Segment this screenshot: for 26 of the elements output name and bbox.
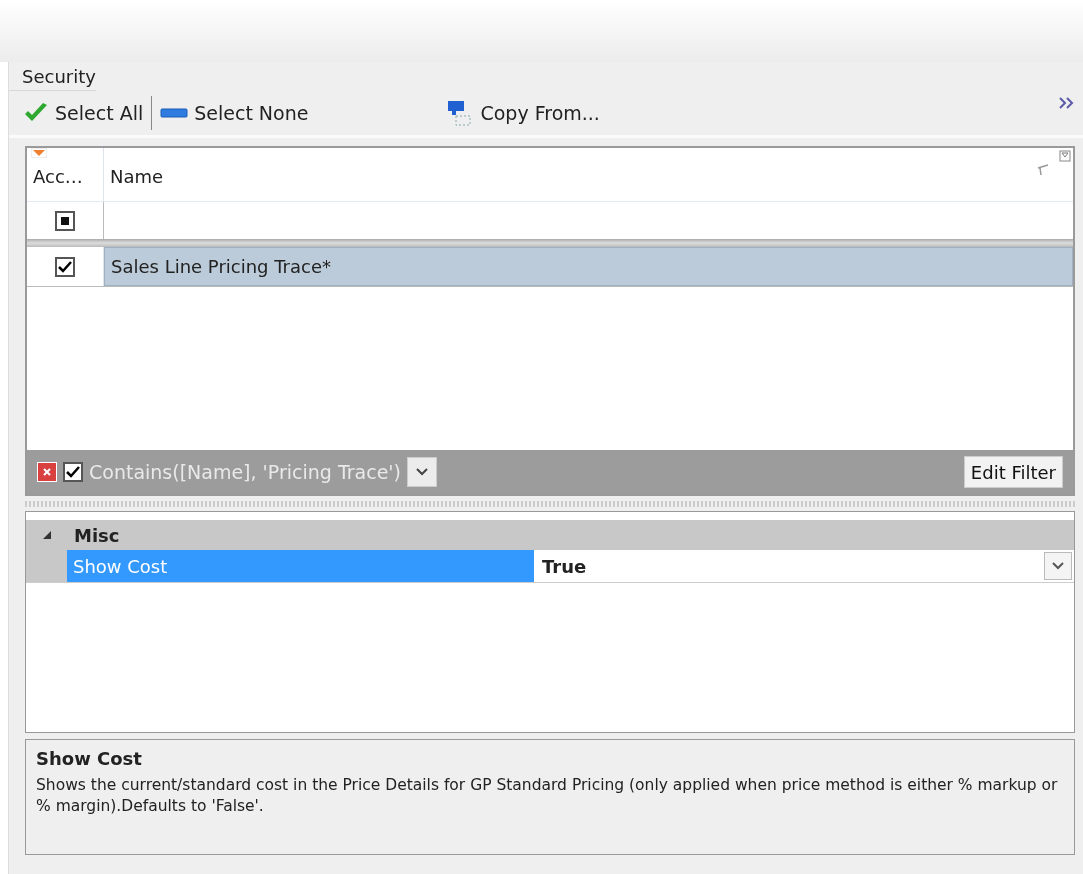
caret-icon (415, 468, 428, 476)
category-label: Misc (73, 524, 120, 546)
column-header[interactable]: Name (104, 148, 1073, 201)
description-title: Show Cost (36, 748, 143, 769)
edit-filter-button[interactable]: Edit Filter (963, 456, 1063, 488)
table-cell[interactable]: Sales Line Pricing Trace* (104, 247, 1073, 286)
description-text: Shows the current/standard cost in the Price Details for GP Standard Pricing (only applied when price method is either % markup or % margin).Defaults to 'False'. (36, 775, 1059, 817)
checkbox[interactable] (55, 256, 75, 277)
bar-icon (160, 107, 189, 119)
dropdown-button[interactable] (406, 457, 437, 487)
toolbar-button[interactable]: Select None (156, 95, 313, 131)
header-text: Name (110, 166, 164, 187)
toolbar-button[interactable]: Copy From... (442, 95, 604, 131)
chevron-icon[interactable] (1059, 97, 1075, 109)
property-value[interactable]: True (542, 555, 587, 577)
pin-icon (1037, 164, 1049, 176)
checkbox[interactable] (55, 210, 75, 231)
caret-icon (1052, 562, 1064, 570)
header-text: Acc… (33, 166, 83, 187)
close-button[interactable] (37, 462, 57, 482)
checkbox[interactable] (63, 462, 83, 482)
column-header[interactable]: Acc… (27, 148, 104, 201)
group-title: Security (9, 64, 96, 91)
toolbar-button[interactable]: Select All (19, 95, 148, 131)
dropdown-button[interactable] (1044, 552, 1072, 580)
close-icon (42, 467, 52, 477)
